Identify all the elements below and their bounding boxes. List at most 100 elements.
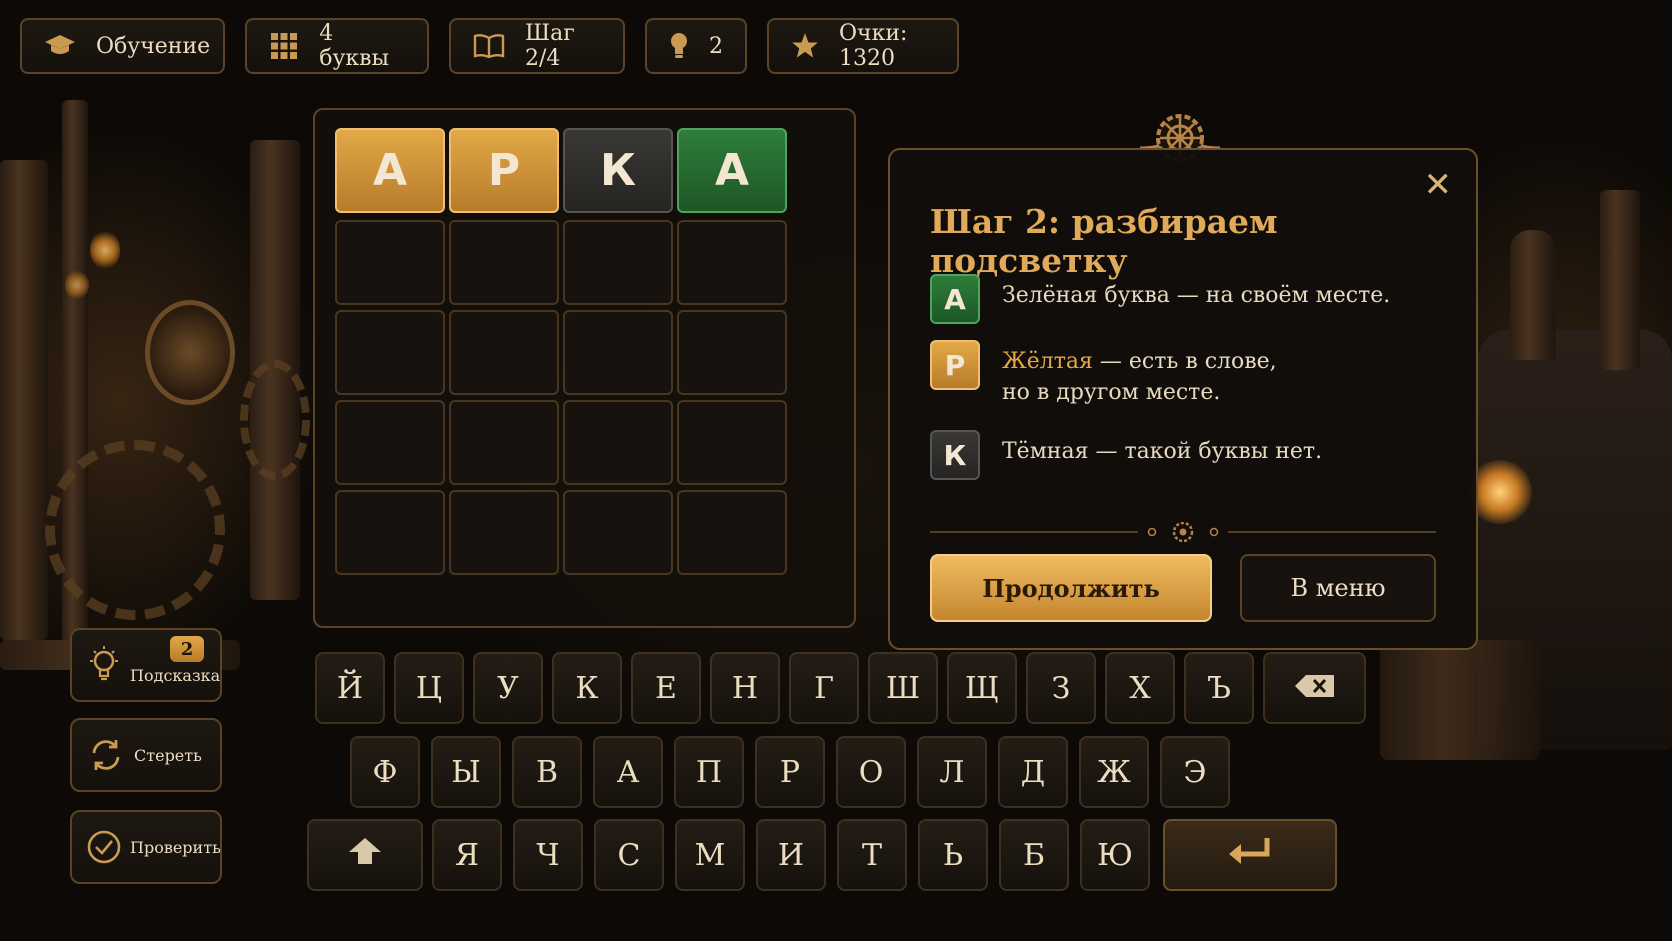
key[interactable]: К (552, 652, 622, 724)
refresh-icon (86, 735, 126, 775)
board-cell-empty (449, 490, 559, 575)
board-cell-empty (677, 490, 787, 575)
tutorial-label: Обучение (96, 33, 211, 59)
book-icon (473, 34, 505, 58)
board-cell-green: А (677, 128, 787, 213)
key[interactable]: Ч (513, 819, 583, 891)
board-cell-empty (449, 400, 559, 485)
key[interactable]: С (594, 819, 664, 891)
check-label: Проверить (130, 837, 221, 857)
yellow-tile: Р (930, 340, 980, 390)
shift-key[interactable] (307, 819, 423, 891)
key[interactable]: Ф (350, 736, 420, 808)
board-cell-empty (563, 310, 673, 395)
key[interactable]: Я (432, 819, 502, 891)
key[interactable]: Ы (431, 736, 501, 808)
board-cell-empty (449, 220, 559, 305)
board-cell-empty (335, 400, 445, 485)
key[interactable]: Ж (1079, 736, 1149, 808)
close-icon[interactable]: ✕ (1424, 168, 1453, 202)
board-cell-yellow: А (335, 128, 445, 213)
yellow-text-2: но в другом месте. (1002, 380, 1221, 405)
dialog-title: Шаг 2: разбираем подсветку (930, 202, 1278, 280)
lightbulb-icon (669, 32, 689, 60)
step-indicator: Шаг 2/4 (449, 18, 625, 74)
key[interactable]: Р (755, 736, 825, 808)
hints-count: 2 (709, 33, 723, 59)
board-cell-empty (335, 490, 445, 575)
score-label: Очки: 1320 (839, 21, 908, 71)
board-cell-empty (677, 400, 787, 485)
step-label: Шаг 2/4 (525, 21, 575, 71)
graduation-cap-icon (44, 33, 76, 59)
score-display: Очки: 1320 (767, 18, 959, 74)
key[interactable]: Н (710, 652, 780, 724)
green-description: Зелёная буква — на своём месте. (1002, 283, 1391, 308)
top-bar: Обучение 4 буквы Шаг 2/4 2 Очки: 1320 (20, 18, 959, 74)
key[interactable]: И (756, 819, 826, 891)
yellow-text-1: — есть в слове, (1092, 349, 1277, 374)
key[interactable]: Б (999, 819, 1069, 891)
check-circle-icon (86, 827, 122, 867)
key[interactable]: П (674, 736, 744, 808)
board-cell-dark: К (563, 128, 673, 213)
dark-tile: К (930, 430, 980, 480)
enter-key[interactable] (1163, 819, 1337, 891)
key[interactable]: Г (789, 652, 859, 724)
board-cell-empty (563, 490, 673, 575)
tutorial-dialog: ✕ Шаг 2: разбираем подсветку А Зелёная б… (888, 148, 1478, 650)
board-cell-empty (335, 220, 445, 305)
enter-icon (1227, 836, 1273, 874)
board-cell-empty (677, 310, 787, 395)
divider (930, 521, 1436, 543)
yellow-highlight: Жёлтая (1002, 349, 1093, 374)
key[interactable]: Ц (394, 652, 464, 724)
key[interactable]: Ь (918, 819, 988, 891)
key[interactable]: З (1026, 652, 1096, 724)
tutorial-button[interactable]: Обучение (20, 18, 225, 74)
board-cell-empty (563, 220, 673, 305)
menu-button[interactable]: В меню (1240, 554, 1436, 622)
legend-green: А Зелёная буква — на своём месте. (930, 274, 1390, 324)
backspace-key[interactable] (1263, 652, 1366, 724)
key[interactable]: Ъ (1184, 652, 1254, 724)
legend-dark: К Тёмная — такой буквы нет. (930, 430, 1322, 480)
check-button[interactable]: Проверить (70, 810, 222, 884)
erase-label: Стереть (134, 745, 202, 765)
key[interactable]: В (512, 736, 582, 808)
key[interactable]: Э (1160, 736, 1230, 808)
letters-label: 4 буквы (319, 21, 390, 71)
board-cell-yellow: Р (449, 128, 559, 213)
key[interactable]: Й (315, 652, 385, 724)
dark-description: Тёмная — такой буквы нет. (1002, 439, 1323, 464)
lightbulb-icon (86, 645, 122, 685)
key[interactable]: Ш (868, 652, 938, 724)
grid-icon (269, 33, 299, 59)
key[interactable]: Ю (1080, 819, 1150, 891)
key[interactable]: Щ (947, 652, 1017, 724)
key[interactable]: О (836, 736, 906, 808)
game-board: АРКА (313, 108, 856, 628)
letters-button[interactable]: 4 буквы (245, 18, 429, 74)
key[interactable]: Л (917, 736, 987, 808)
board-cell-empty (677, 220, 787, 305)
green-tile: А (930, 274, 980, 324)
board-cell-empty (563, 400, 673, 485)
key[interactable]: А (593, 736, 663, 808)
hints-counter: 2 (645, 18, 747, 74)
hint-count-badge: 2 (170, 636, 204, 662)
continue-button[interactable]: Продолжить (930, 554, 1212, 622)
backspace-icon (1294, 671, 1336, 706)
key[interactable]: Е (631, 652, 701, 724)
star-icon (791, 32, 819, 60)
key[interactable]: М (675, 819, 745, 891)
key[interactable]: Х (1105, 652, 1175, 724)
key[interactable]: Д (998, 736, 1068, 808)
board-cell-empty (335, 310, 445, 395)
yellow-description: Жёлтая — есть в слове, но в другом месте… (1002, 340, 1277, 408)
hint-button[interactable]: Подсказка 2 (70, 628, 222, 702)
shift-arrow-icon (348, 836, 382, 874)
key[interactable]: Т (837, 819, 907, 891)
key[interactable]: У (473, 652, 543, 724)
erase-button[interactable]: Стереть (70, 718, 222, 792)
